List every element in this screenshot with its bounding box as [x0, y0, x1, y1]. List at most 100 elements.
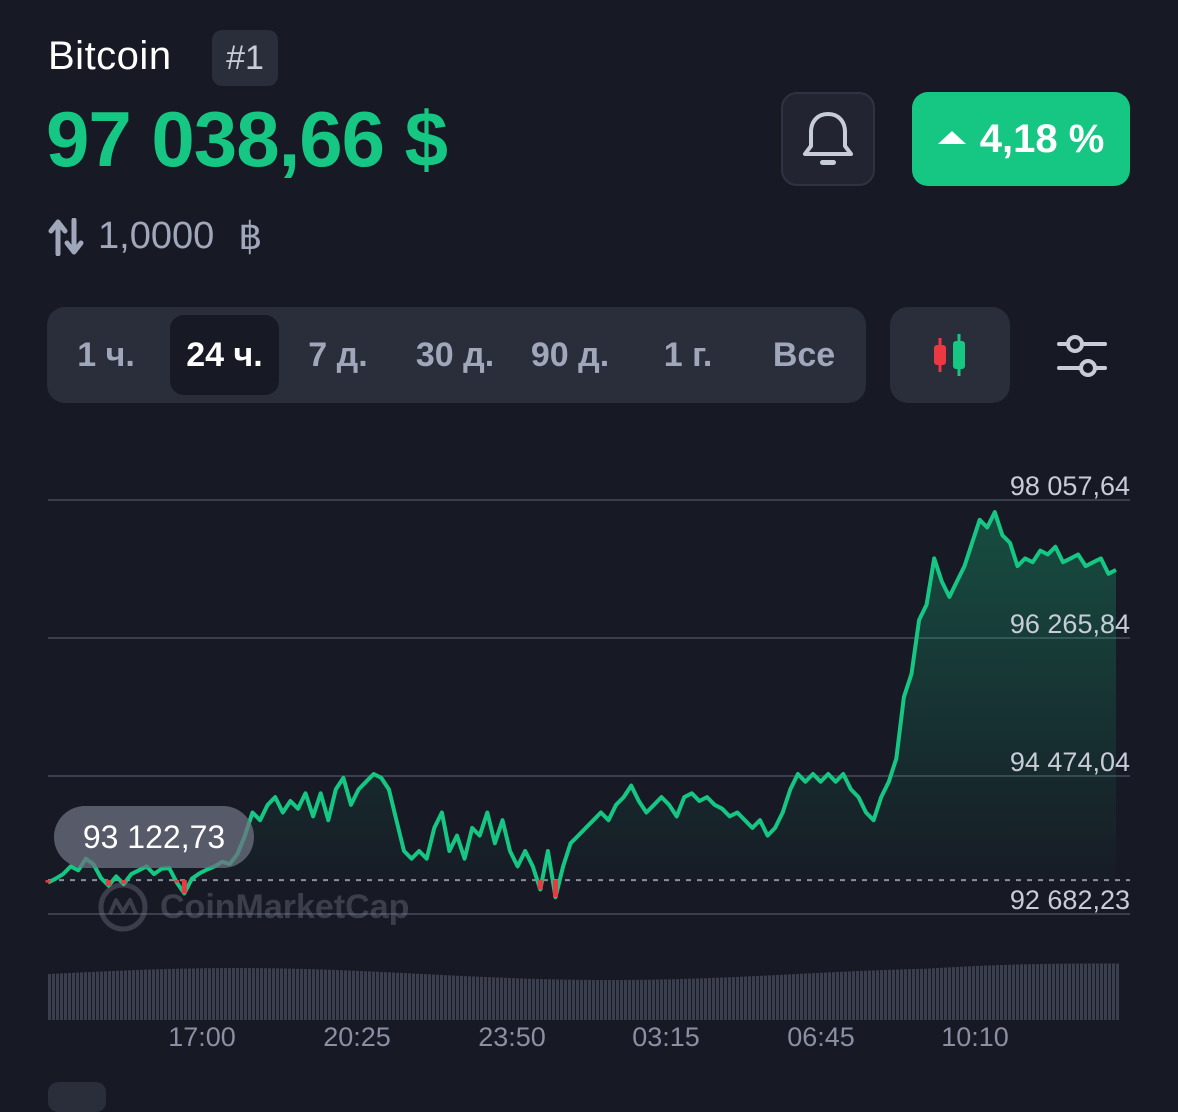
volume-bar	[844, 971, 847, 1020]
volume-bar	[812, 973, 815, 1020]
bottom-element	[48, 1082, 106, 1112]
volume-bar	[60, 973, 63, 1020]
volume-bar	[384, 972, 387, 1020]
volume-bar	[920, 968, 923, 1020]
volume-bar	[264, 968, 267, 1020]
volume-bar	[548, 979, 551, 1020]
volume-bar	[856, 971, 859, 1020]
volume-bar	[200, 968, 203, 1020]
volume-bar	[664, 979, 667, 1020]
volume-bar	[1008, 964, 1011, 1020]
volume-bar	[904, 969, 907, 1020]
volume-bar	[772, 975, 775, 1020]
volume-bar	[420, 973, 423, 1020]
volume-bar	[612, 979, 615, 1020]
volume-bar	[944, 967, 947, 1020]
volume-bar	[304, 968, 307, 1020]
volume-bar	[1104, 963, 1107, 1020]
volume-bar	[708, 978, 711, 1020]
volume-bar	[592, 979, 595, 1020]
volume-bar	[1060, 963, 1063, 1020]
volume-bar	[52, 973, 55, 1020]
volume-bar	[144, 969, 147, 1020]
volume-bar	[424, 974, 427, 1020]
volume-bar	[696, 978, 699, 1020]
volume-bar	[572, 979, 575, 1020]
volume-bar	[528, 978, 531, 1020]
volume-bar	[1052, 963, 1055, 1020]
volume-bar	[88, 972, 91, 1020]
volume-bar	[928, 968, 931, 1020]
volume-bar	[1072, 963, 1075, 1020]
volume-bar	[716, 977, 719, 1020]
volume-bar	[120, 970, 123, 1020]
volume-bar	[68, 972, 71, 1020]
volume-bar	[832, 972, 835, 1020]
volume-bar	[172, 968, 175, 1020]
volume-bar	[648, 979, 651, 1020]
volume-bar	[460, 975, 463, 1020]
volume-bar	[980, 965, 983, 1020]
volume-bar	[816, 972, 819, 1020]
volume-bar	[192, 968, 195, 1020]
volume-bar	[552, 979, 555, 1020]
volume-bar	[224, 968, 227, 1020]
volume-bar	[456, 975, 459, 1020]
volume-bar	[1084, 963, 1087, 1020]
volume-bar	[400, 972, 403, 1020]
volume-bar	[392, 972, 395, 1020]
volume-bar	[704, 978, 707, 1020]
volume-bar	[148, 969, 151, 1020]
volume-bar	[80, 972, 83, 1020]
volume-bar	[768, 975, 771, 1020]
volume-bar	[956, 966, 959, 1020]
volume-bar	[320, 969, 323, 1020]
volume-bar	[1000, 964, 1003, 1020]
volume-bar	[360, 971, 363, 1020]
volume-bar	[996, 965, 999, 1020]
volume-bar	[1032, 964, 1035, 1020]
volume-bar	[960, 966, 963, 1020]
volume-bar	[668, 979, 671, 1020]
volume-bar	[272, 968, 275, 1020]
volume-bar	[1064, 963, 1067, 1020]
volume-bar	[720, 977, 723, 1020]
volume-bar	[496, 977, 499, 1020]
volume-bar	[1012, 964, 1015, 1020]
y-tick-label: 96 265,84	[1009, 609, 1130, 639]
volume-bar	[228, 968, 231, 1020]
volume-bar	[608, 980, 611, 1020]
volume-bar	[712, 977, 715, 1020]
volume-bar	[132, 970, 135, 1020]
volume-bar	[892, 969, 895, 1020]
volume-bar	[468, 976, 471, 1020]
volume-bar	[596, 979, 599, 1020]
volume-bar	[108, 971, 111, 1020]
volume-bar	[1048, 963, 1051, 1020]
volume-bar	[308, 969, 311, 1020]
volume-bar	[296, 968, 299, 1020]
volume-bar	[692, 978, 695, 1020]
volume-bar	[92, 971, 95, 1020]
volume-bar	[688, 978, 691, 1020]
volume-bar	[56, 973, 59, 1020]
volume-bar	[868, 970, 871, 1020]
volume-bar	[644, 979, 647, 1020]
volume-bar	[480, 976, 483, 1020]
volume-bar	[588, 979, 591, 1020]
x-tick-label: 23:50	[478, 1022, 546, 1052]
volume-bar	[744, 976, 747, 1020]
volume-bar	[680, 978, 683, 1020]
volume-bar	[1024, 964, 1027, 1020]
volume-bar	[340, 970, 343, 1020]
volume-bar	[828, 972, 831, 1020]
x-tick-label: 03:15	[632, 1022, 700, 1052]
volume-bar	[288, 968, 291, 1020]
volume-bar	[728, 977, 731, 1020]
volume-bar	[256, 968, 259, 1020]
volume-bar	[404, 973, 407, 1020]
volume-bar	[900, 969, 903, 1020]
volume-bar	[216, 968, 219, 1020]
volume-bar	[1116, 963, 1119, 1020]
volume-bar	[788, 974, 791, 1020]
